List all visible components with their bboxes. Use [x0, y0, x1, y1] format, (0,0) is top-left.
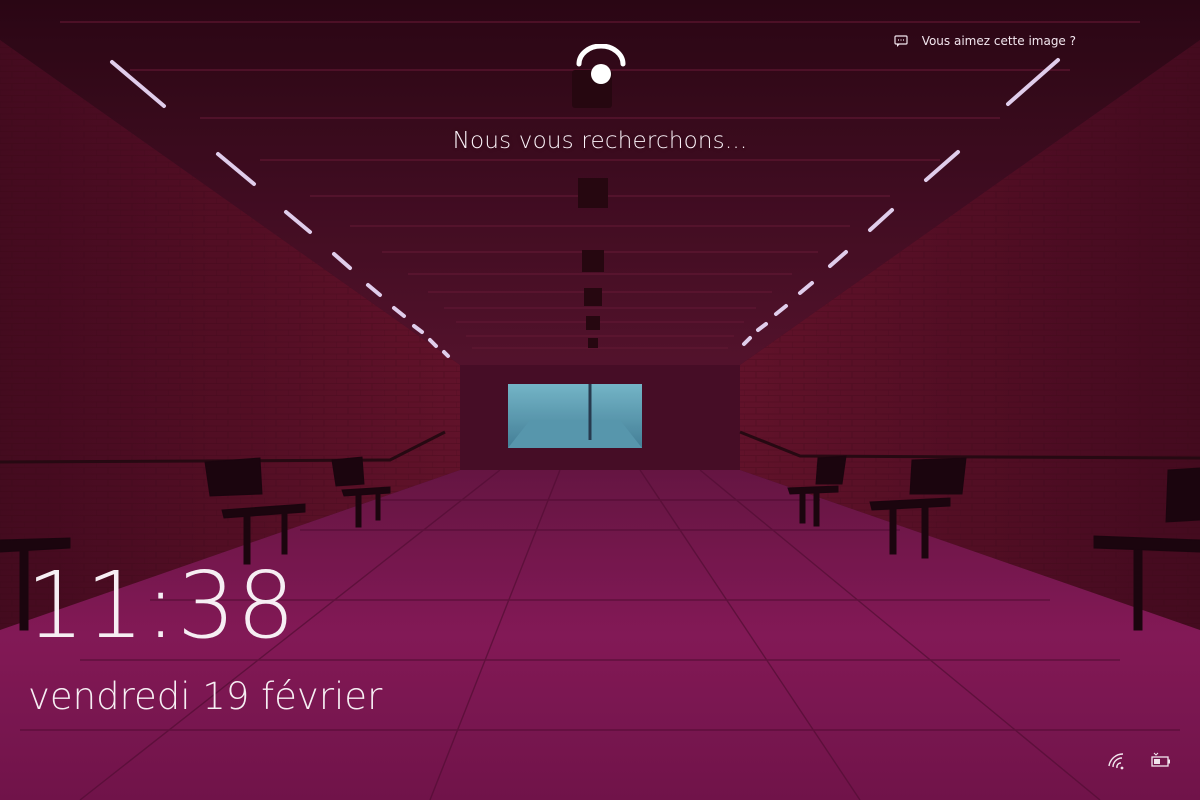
lockscreen-date: vendredi 19 février — [28, 675, 383, 718]
chat-bubble-icon — [894, 35, 908, 47]
face-scan-status: Nous vous recherchons... — [452, 128, 748, 154]
lockscreen-time: 11:38 — [26, 552, 297, 659]
image-feedback-link[interactable]: Vous aimez cette image ? — [894, 34, 1076, 48]
wifi-icon[interactable] — [1106, 752, 1128, 770]
battery-icon[interactable] — [1150, 752, 1172, 770]
face-recognition-icon — [573, 43, 629, 88]
image-feedback-label: Vous aimez cette image ? — [921, 34, 1076, 48]
